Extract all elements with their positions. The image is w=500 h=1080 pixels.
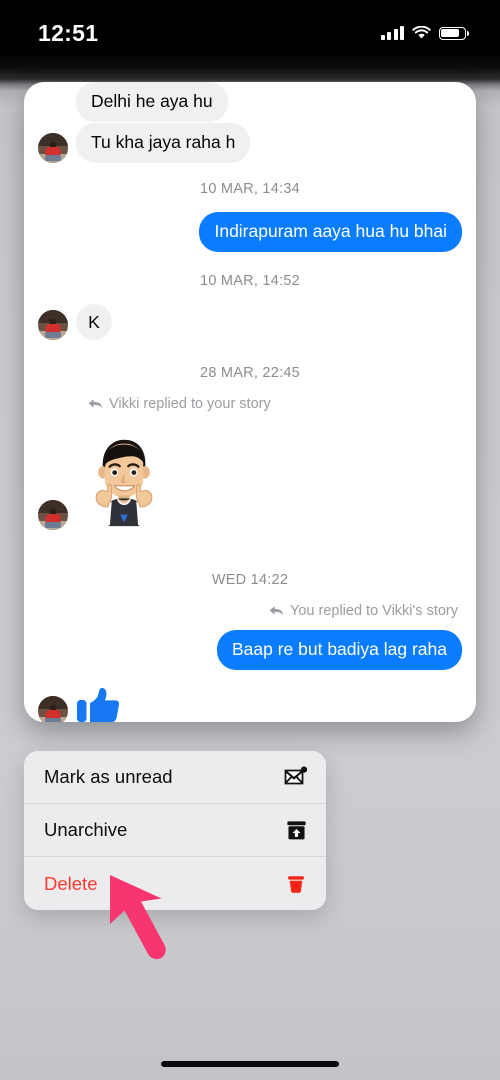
chat-preview-card[interactable]: Delhi he aya hu Tu kha jaya raha h 10 MA… [24, 82, 476, 722]
context-menu-item-label: Mark as unread [44, 766, 173, 787]
story-reply-note: Vikki replied to your story [24, 396, 476, 412]
message-row[interactable]: K [24, 304, 476, 340]
context-menu-item-label: Delete [44, 872, 98, 894]
message-bubble-incoming[interactable]: K [76, 304, 112, 340]
reply-arrow-icon [88, 398, 103, 411]
message-bubble-incoming[interactable]: Tu kha jaya raha h [76, 123, 251, 163]
home-indicator [161, 1061, 339, 1067]
wifi-icon [412, 25, 431, 40]
timestamp-separator: 28 MAR, 22:45 [200, 365, 300, 381]
battery-icon [439, 26, 470, 40]
message-row[interactable]: Tu kha jaya raha h [24, 123, 476, 163]
message-bubble-outgoing[interactable]: Baap re but badiya lag raha [216, 630, 462, 670]
context-menu-item-unarchive[interactable]: Unarchive [24, 804, 326, 857]
timestamp-separator: WED 14:22 [211, 572, 289, 588]
avatar [38, 310, 68, 340]
message-row[interactable]: Indirapuram aaya hua hu bhai [24, 212, 476, 252]
trash-icon [284, 872, 308, 896]
status-bar: 12:51 [0, 0, 500, 66]
avatar [38, 696, 68, 722]
timestamp-separator: 10 MAR, 14:34 [200, 181, 300, 197]
status-bar-indicators [381, 25, 470, 40]
status-bar-clock: 12:51 [38, 19, 99, 46]
avatar-thumbs-up-sticker[interactable] [76, 434, 172, 530]
message-row[interactable]: Baap re but badiya lag raha [24, 630, 476, 670]
phone-screen: 12:51 Delhi he aya hu Tu kha jaya raha h… [0, 0, 500, 1080]
chat-thread: Delhi he aya hu Tu kha jaya raha h 10 MA… [24, 82, 476, 722]
reply-arrow-icon [269, 605, 284, 618]
story-reply-label: Vikki replied to your story [109, 396, 271, 412]
story-reply-label: You replied to Vikki's story [290, 603, 458, 619]
context-menu-item-mark-as-unread[interactable]: Mark as unread [24, 751, 326, 804]
avatar [38, 133, 68, 163]
thumbs-up-reaction[interactable] [76, 686, 120, 722]
mail-unread-icon [284, 765, 308, 789]
message-bubble-outgoing[interactable]: Indirapuram aaya hua hu bhai [199, 212, 462, 252]
cellular-signal-icon [381, 26, 404, 40]
message-row[interactable] [24, 434, 476, 530]
arrow-pointer [104, 868, 194, 973]
unarchive-icon [284, 818, 308, 842]
context-menu-item-label: Unarchive [44, 819, 128, 840]
avatar [38, 500, 68, 530]
message-row[interactable] [24, 686, 476, 722]
message-row[interactable]: Delhi he aya hu [24, 82, 476, 122]
timestamp-separator: 10 MAR, 14:52 [200, 273, 300, 289]
story-reply-note: You replied to Vikki's story [24, 603, 476, 619]
message-bubble-incoming[interactable]: Delhi he aya hu [76, 82, 228, 122]
